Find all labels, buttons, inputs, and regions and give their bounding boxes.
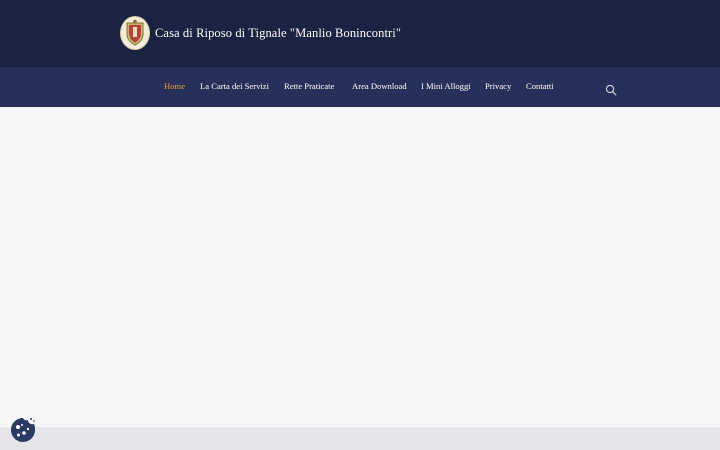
- search-icon[interactable]: [605, 81, 617, 96]
- footer: [0, 427, 720, 450]
- nav-item-area-download[interactable]: Area Download: [352, 81, 407, 91]
- nav-item-mini-alloggi[interactable]: I Mini Alloggi: [421, 81, 471, 91]
- page-content: [0, 107, 720, 427]
- nav-item-rette-praticate[interactable]: Rette Praticate: [284, 81, 334, 91]
- site-title[interactable]: Casa di Riposo di Tignale "Manlio Boninc…: [155, 26, 401, 41]
- crest-icon: [120, 16, 150, 50]
- site-header: Casa di Riposo di Tignale "Manlio Boninc…: [0, 0, 720, 67]
- nav-item-contatti[interactable]: Contatti: [526, 81, 554, 91]
- nav-item-carta-dei-servizi[interactable]: La Carta dei Servizi: [200, 81, 269, 91]
- nav-item-home[interactable]: Home: [164, 81, 185, 91]
- cookie-icon[interactable]: [9, 416, 37, 444]
- nav-item-privacy[interactable]: Privacy: [485, 81, 511, 91]
- brand[interactable]: Casa di Riposo di Tignale "Manlio Boninc…: [120, 16, 401, 50]
